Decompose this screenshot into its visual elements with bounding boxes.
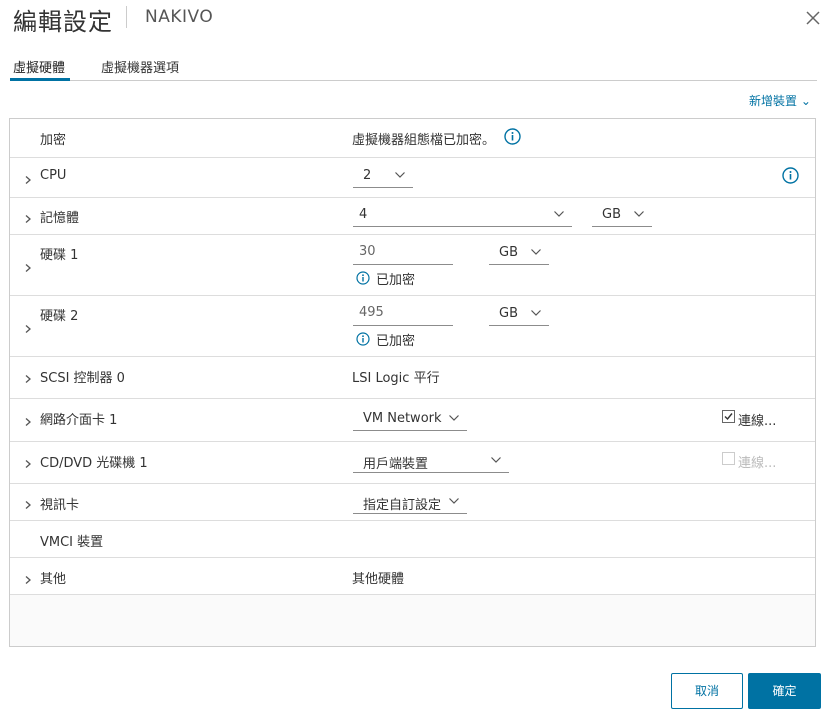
row-divider — [10, 441, 815, 442]
nic-network-select[interactable]: VM Network — [353, 409, 467, 431]
memory-select[interactable]: 4 — [353, 205, 572, 227]
video-label: 視訊卡 — [40, 498, 80, 513]
row-divider — [10, 398, 815, 399]
video-settings-select[interactable]: 指定自訂設定 — [353, 492, 467, 514]
disk2-label: 硬碟 2 — [40, 309, 79, 324]
disk2-size-value: 495 — [359, 305, 384, 320]
expand-cddvd-button[interactable] — [24, 457, 32, 468]
row-divider — [10, 197, 815, 198]
row-divider — [10, 356, 815, 357]
expand-memory-button[interactable] — [24, 212, 32, 223]
cpu-select[interactable]: 2 — [353, 166, 413, 188]
disk2-unit-select[interactable]: GB — [489, 304, 549, 326]
info-icon — [356, 271, 370, 285]
nic-connect-checkbox[interactable] — [722, 410, 735, 423]
disk1-size-value: 30 — [359, 244, 376, 259]
memory-value: 4 — [359, 207, 368, 222]
active-tab-indicator — [10, 78, 70, 81]
chevron-down-icon — [395, 172, 405, 178]
chevron-right-icon — [25, 418, 31, 426]
video-settings-value: 指定自訂設定 — [363, 498, 442, 513]
nic-connect-label[interactable]: 連線... — [738, 410, 776, 429]
row-divider — [10, 234, 815, 235]
disk2-unit: GB — [499, 306, 518, 321]
disk1-encrypted-note: 已加密 — [376, 273, 416, 288]
chevron-right-icon — [25, 325, 31, 333]
row-divider — [10, 594, 815, 595]
chevron-down-icon — [531, 310, 541, 316]
disk1-label: 硬碟 1 — [40, 248, 79, 263]
other-value: 其他硬體 — [352, 572, 405, 587]
dialog-title: 編輯設定 — [13, 8, 113, 36]
cancel-button[interactable]: 取消 — [671, 673, 743, 709]
disk1-unit-select[interactable]: GB — [489, 243, 549, 265]
chevron-down-icon — [449, 498, 459, 504]
chevron-right-icon — [25, 264, 31, 272]
cpu-label: CPU — [40, 168, 67, 183]
disk2-encrypted-note: 已加密 — [376, 334, 416, 349]
encryption-label: 加密 — [40, 133, 67, 148]
chevron-down-icon — [491, 457, 501, 463]
close-icon — [806, 11, 820, 25]
row-divider — [10, 520, 815, 521]
expand-disk1-button[interactable] — [24, 261, 32, 272]
expand-video-button[interactable] — [24, 498, 32, 509]
expand-cpu-button[interactable] — [24, 173, 32, 184]
scsi-label: SCSI 控制器 0 — [40, 371, 125, 386]
disk1-unit: GB — [499, 245, 518, 260]
nic-network-value: VM Network — [363, 411, 442, 426]
cddvd-connect-label: 連線... — [738, 456, 777, 471]
cddvd-media-value: 用戶端裝置 — [363, 457, 429, 472]
expand-other-button[interactable] — [24, 573, 32, 584]
encryption-value: 虛擬機器組態檔已加密。 — [352, 133, 496, 148]
tab-virtual-hardware[interactable]: 虛擬硬體 — [13, 57, 65, 76]
cpu-value: 2 — [363, 168, 372, 183]
chevron-right-icon — [25, 460, 31, 468]
disk2-size-input[interactable]: 495 — [353, 304, 453, 326]
tabs-divider — [10, 80, 817, 81]
info-icon[interactable] — [504, 128, 521, 145]
chevron-down-icon — [554, 211, 564, 217]
info-icon — [356, 332, 370, 346]
vm-name: NAKIVO — [145, 7, 214, 27]
memory-label: 記憶體 — [40, 211, 80, 226]
ok-button[interactable]: 確定 — [748, 673, 821, 709]
panel-empty-area — [10, 594, 815, 646]
cddvd-media-select[interactable]: 用戶端裝置 — [353, 451, 509, 473]
disk1-size-input[interactable]: 30 — [353, 243, 453, 265]
row-divider — [10, 557, 815, 558]
chevron-right-icon — [25, 375, 31, 383]
cpu-info-icon[interactable] — [782, 167, 799, 184]
memory-unit-select[interactable]: GB — [592, 205, 652, 227]
checkbox-checked-icon — [724, 413, 733, 421]
chevron-down-icon — [449, 415, 459, 421]
chevron-right-icon — [25, 501, 31, 509]
chevron-right-icon — [25, 176, 31, 184]
chevron-right-icon — [25, 215, 31, 223]
vmci-label: VMCI 裝置 — [40, 535, 104, 550]
row-divider — [10, 157, 815, 158]
nic-label: 網路介面卡 1 — [40, 413, 118, 428]
chevron-right-icon — [25, 576, 31, 584]
expand-nic-button[interactable] — [24, 415, 32, 426]
scsi-value: LSI Logic 平行 — [352, 371, 440, 386]
chevron-down-icon — [531, 249, 541, 255]
expand-disk2-button[interactable] — [24, 322, 32, 333]
tab-vm-options[interactable]: 虛擬機器選項 — [101, 57, 179, 76]
cddvd-connect-checkbox — [722, 452, 735, 465]
title-divider — [126, 6, 127, 28]
other-label: 其他 — [40, 572, 67, 587]
row-divider — [10, 483, 815, 484]
add-device-button[interactable]: 新增裝置 ⌄ — [749, 92, 811, 109]
chevron-down-icon — [634, 211, 644, 217]
close-button[interactable] — [804, 9, 822, 27]
memory-unit: GB — [602, 207, 621, 222]
cddvd-label: CD/DVD 光碟機 1 — [40, 456, 148, 471]
row-divider — [10, 295, 815, 296]
expand-scsi-button[interactable] — [24, 372, 32, 383]
